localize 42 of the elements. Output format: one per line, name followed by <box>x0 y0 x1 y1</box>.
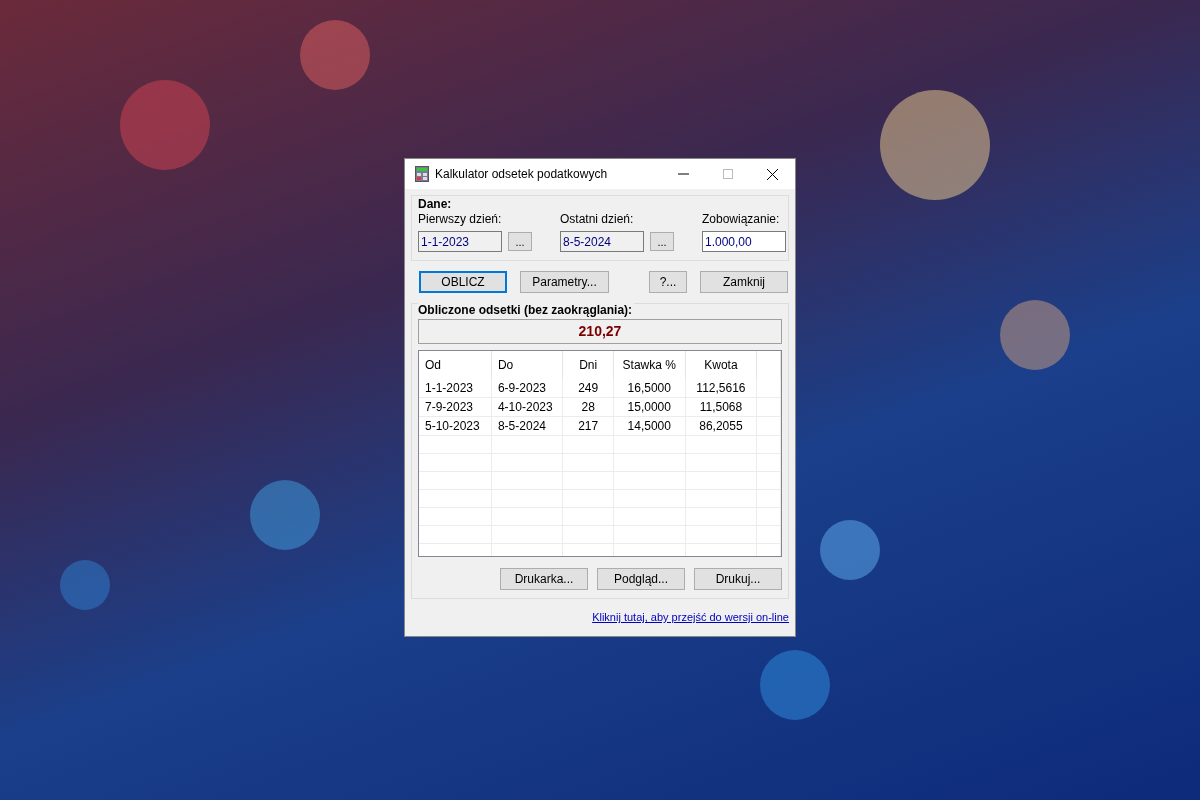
online-version-link[interactable]: Kliknij tutaj, aby przejść do wersji on-line <box>592 609 789 626</box>
column-header[interactable]: Od <box>419 351 492 379</box>
table-cell: 11,5068 <box>685 397 757 417</box>
group-title: Dane: <box>418 197 453 211</box>
table-cell: 217 <box>562 416 614 436</box>
table-cell: 112,5616 <box>685 379 757 398</box>
column-header[interactable]: Dni <box>562 351 614 379</box>
window-title: Kalkulator odsetek podatkowych <box>435 166 608 183</box>
table-cell: 16,5000 <box>613 379 686 398</box>
table-cell: 6-9-2023 <box>491 379 563 398</box>
interest-total: 210,27 <box>418 319 782 344</box>
calculator-icon <box>415 166 429 182</box>
print-button[interactable]: Podgląd... <box>597 568 685 590</box>
print-button[interactable]: Drukuj... <box>694 568 782 590</box>
group-title: Obliczone odsetki (bez zaokrąglania): <box>418 303 635 317</box>
date-picker-button[interactable]: ... <box>650 232 674 251</box>
action-button[interactable]: Zamknij <box>700 271 788 293</box>
table-cell: 249 <box>562 379 614 398</box>
column-header[interactable]: Stawka % <box>613 351 686 379</box>
column-header[interactable]: Kwota <box>685 351 757 379</box>
action-button[interactable]: OBLICZ <box>419 271 507 293</box>
field-label: Pierwszy dzień: <box>418 212 503 226</box>
table-cell: 14,5000 <box>613 416 686 436</box>
action-button[interactable]: Parametry... <box>520 271 609 293</box>
date-field[interactable]: 8-5-2024 <box>560 231 644 252</box>
field-label: Ostatni dzień: <box>560 212 635 226</box>
print-button[interactable]: Drukarka... <box>500 568 588 590</box>
table-cell: 5-10-2023 <box>419 416 492 436</box>
table-cell: 86,2055 <box>685 416 757 436</box>
table-cell: 1-1-2023 <box>419 379 492 398</box>
table-cell: 8-5-2024 <box>491 416 563 436</box>
date-picker-button[interactable]: ... <box>508 232 532 251</box>
action-button[interactable]: ?... <box>649 271 687 293</box>
table-cell: 28 <box>562 397 614 417</box>
table-cell: 7-9-2023 <box>419 397 492 417</box>
amount-field[interactable]: 1.000,00 <box>702 231 786 252</box>
table-cell: 15,0000 <box>613 397 686 417</box>
column-header[interactable]: Do <box>491 351 563 379</box>
field-label: Zobowiązanie: <box>702 212 781 226</box>
table-cell: 4-10-2023 <box>491 397 563 417</box>
close-icon[interactable] <box>767 168 778 180</box>
date-field[interactable]: 1-1-2023 <box>418 231 502 252</box>
